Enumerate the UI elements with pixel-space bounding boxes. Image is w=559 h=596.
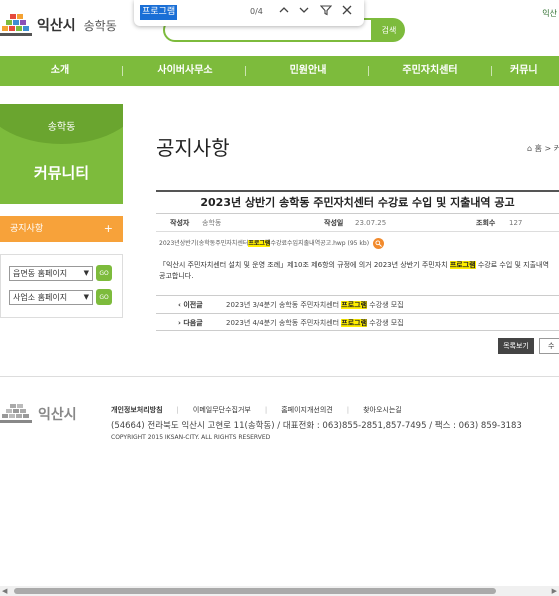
scroll-left-icon[interactable]: ◀: [2, 587, 7, 595]
post-title: 2023년 상반기 송학동 주민자치센터 수강료 수입 및 지출내역 공고: [156, 190, 559, 214]
page-title: 공지사항: [156, 136, 230, 160]
find-highlight: 프로그램: [341, 319, 368, 327]
author-value: 송학동: [202, 219, 222, 227]
sidebar-header: 송학동 커뮤니티: [0, 104, 123, 204]
post-body: 「익산시 주민자치센터 설치 및 운영 조례」제10조 제6항의 규정에 의거 …: [159, 261, 549, 280]
footer-copyright: COPYRIGHT 2015 IKSAN-CITY. ALL RIGHTS RE…: [111, 434, 271, 441]
date-value: 23.07.25: [355, 219, 387, 227]
nav-item-community[interactable]: 커뮤니: [510, 56, 559, 86]
author-label: 작성자: [170, 219, 190, 227]
chevron-down-icon: ▼: [83, 268, 89, 277]
office-homepage-select[interactable]: 사업소 홈페이지 ▼: [9, 289, 93, 305]
dong-homepage-go-button[interactable]: GO: [96, 265, 112, 281]
scrollbar-thumb[interactable]: [14, 588, 496, 594]
footer-link-email[interactable]: 이메일무단수집거부: [193, 406, 251, 414]
footer-logo-mark-icon: [0, 404, 32, 423]
sidebar-item-notice[interactable]: 공지사항 +: [0, 216, 123, 242]
find-close-icon[interactable]: [339, 4, 355, 20]
preview-icon[interactable]: [372, 238, 384, 249]
sidebar-dong-name: 송학동: [47, 122, 76, 133]
prev-post-row[interactable]: ‹ 이전글 2023년 3/4분기 송학동 주민자치센터 프로그램 수강생 모집: [156, 295, 559, 313]
nav-separator: [491, 66, 492, 76]
next-post-label: › 다음글: [178, 319, 203, 327]
prev-post-link[interactable]: 2023년 3/4분기 송학동 주민자치센터 프로그램 수강생 모집: [226, 296, 404, 314]
footer-logo: 익산시: [0, 402, 77, 426]
iksan-logo-mark: [0, 12, 34, 38]
footer-logo-text: 익산시: [38, 407, 77, 423]
find-prev-icon[interactable]: [276, 4, 292, 20]
footer-divider: [0, 376, 559, 377]
next-post-link[interactable]: 2023년 4/4분기 송학동 주민자치센터 프로그램 수강생 모집: [226, 314, 404, 332]
next-post-row[interactable]: › 다음글 2023년 4/4분기 송학동 주민자치센터 프로그램 수강생 모집: [156, 313, 559, 331]
office-homepage-go-button[interactable]: GO: [96, 289, 112, 305]
nav-separator: [122, 66, 123, 76]
prev-post-label: ‹ 이전글: [178, 301, 203, 309]
list-button[interactable]: 목록보기: [498, 338, 534, 354]
views-value: 127: [509, 219, 523, 227]
horizontal-scrollbar[interactable]: ◀ ▶: [0, 586, 559, 596]
dong-homepage-select[interactable]: 읍면동 홈페이지 ▼: [9, 265, 93, 281]
browser-find-bar: 프로그램 0/4: [134, 0, 364, 26]
scroll-right-icon[interactable]: ▶: [552, 587, 557, 595]
nav-separator: [368, 66, 369, 76]
sidebar-homepage-links: 읍면동 홈페이지 ▼ GO 사업소 홈페이지 ▼ GO: [0, 254, 123, 318]
nav-item-civil[interactable]: 민원안내: [258, 56, 358, 86]
sidebar-title: 커뮤니티: [33, 164, 90, 182]
top-right-link[interactable]: 익산: [542, 8, 557, 19]
breadcrumb: ⌂ 홈 > 커: [527, 144, 559, 153]
chevron-down-icon: ▼: [83, 292, 89, 301]
footer-link-privacy[interactable]: 개인정보처리방침: [111, 406, 163, 414]
footer-link-directions[interactable]: 찾아오시는길: [363, 406, 402, 414]
attachment-link[interactable]: 2023년상반기(송학동주민자치센터프로그램수강료수입지출내역공고.hwp (9…: [159, 238, 384, 249]
sidebar-item-label: 공지사항: [10, 224, 44, 234]
nav-separator: [245, 66, 246, 76]
nav-item-community-center[interactable]: 주민자치센터: [380, 56, 480, 86]
find-highlight: 프로그램: [449, 261, 476, 269]
date-label: 작성일: [324, 219, 344, 227]
find-input[interactable]: 프로그램: [140, 5, 178, 20]
find-match-count: 0/4: [250, 7, 263, 16]
site-logo[interactable]: 익산시 송학동: [0, 12, 117, 38]
post-meta: 작성자 송학동 작성일 23.07.25 조회수 127: [156, 214, 559, 232]
home-icon[interactable]: ⌂: [527, 144, 532, 153]
find-highlight: 프로그램: [248, 240, 271, 247]
logo-city-name: 익산시: [37, 18, 76, 34]
nav-item-cyber-office[interactable]: 사이버사무소: [135, 56, 235, 86]
find-highlight: 프로그램: [341, 301, 368, 309]
footer-address: (54664) 전라북도 익산시 고현로 11(송학동) / 대표전화 : 06…: [111, 421, 522, 431]
nav-item-intro[interactable]: 소개: [20, 56, 100, 86]
plus-icon: +: [103, 222, 113, 235]
logo-dong-name: 송학동: [83, 18, 117, 33]
footer-link-feedback[interactable]: 홈페이지개선의견: [281, 406, 333, 414]
find-next-icon[interactable]: [296, 4, 312, 20]
views-label: 조회수: [476, 219, 496, 227]
edit-button[interactable]: 수: [539, 338, 559, 354]
find-filter-icon[interactable]: [318, 4, 334, 20]
footer-links: 개인정보처리방침 | 이메일무단수집거부 | 홈페이지개선의견 | 찾아오시는길: [111, 406, 402, 414]
site-search-button[interactable]: 검색: [373, 18, 405, 42]
main-nav: 소개 사이버사무소 민원안내 주민자치센터 커뮤니: [0, 56, 559, 86]
